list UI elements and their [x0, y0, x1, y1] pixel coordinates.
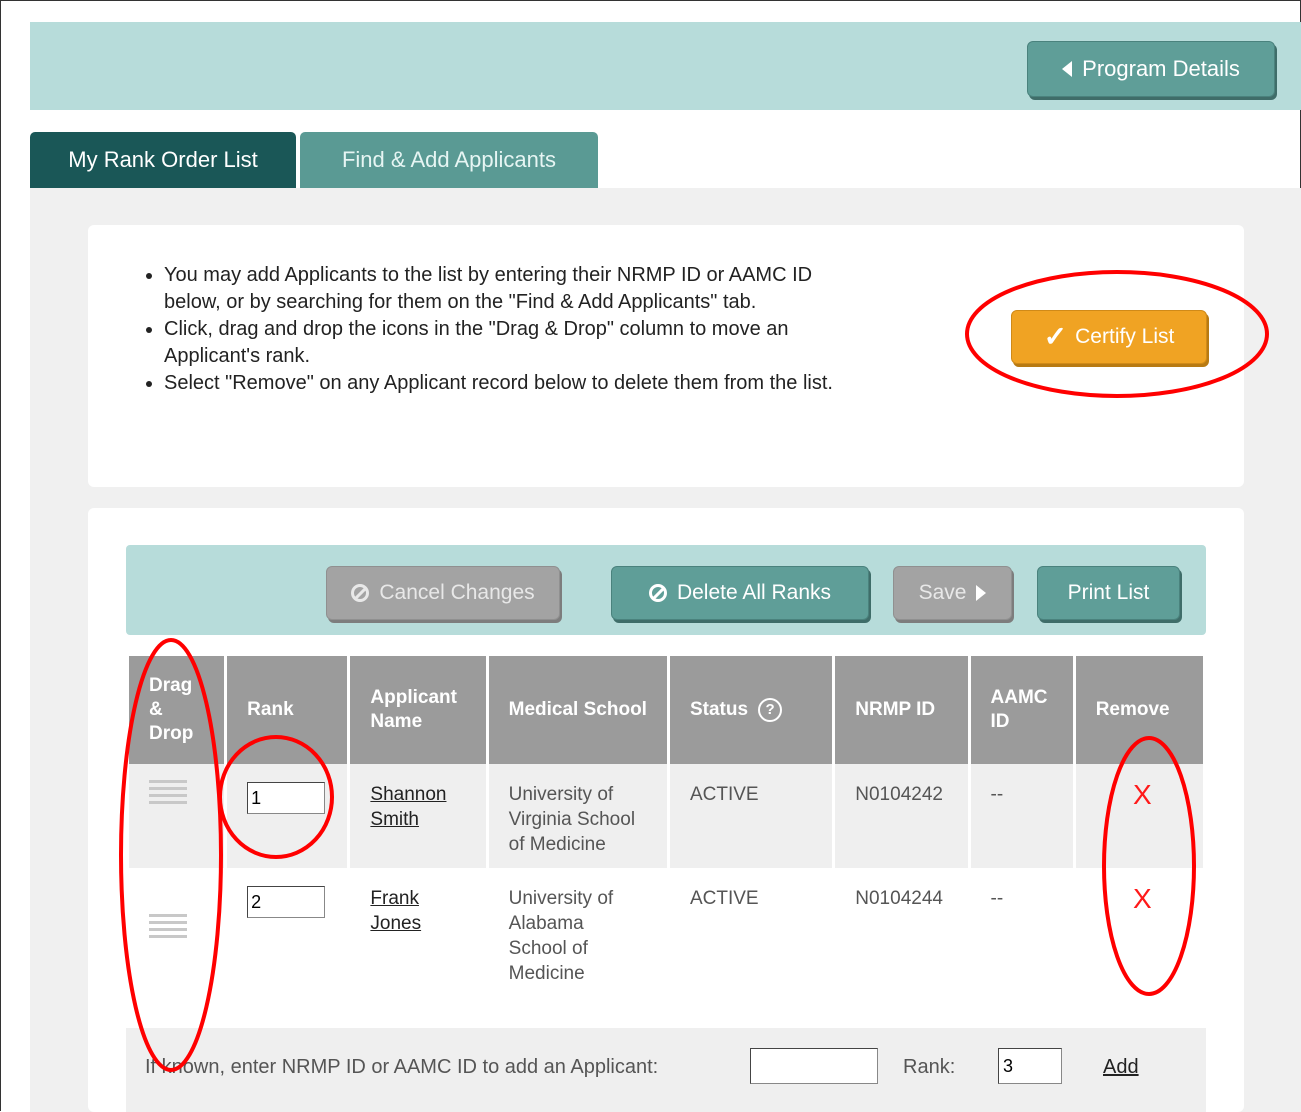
remove-icon[interactable]: X — [1096, 781, 1183, 809]
save-button[interactable]: Save — [893, 566, 1012, 620]
col-header-applicant-name: Applicant Name — [350, 656, 486, 764]
nrmp-id-cell: N0104244 — [835, 868, 968, 1020]
instruction-item: You may add Applicants to the list by en… — [164, 262, 844, 316]
save-label: Save — [918, 581, 967, 604]
applicant-id-input[interactable] — [750, 1048, 878, 1084]
add-link[interactable]: Add — [1103, 1056, 1139, 1079]
col-header-aamc-id: AAMC ID — [970, 656, 1073, 764]
print-list-label: Print List — [1067, 581, 1150, 604]
remove-icon[interactable]: X — [1096, 885, 1183, 913]
applicant-name-link[interactable]: Shannon Smith — [370, 784, 446, 830]
cancel-changes-label: Cancel Changes — [379, 581, 535, 604]
status-header-label: Status — [689, 699, 749, 720]
drag-handle-icon[interactable] — [149, 914, 187, 942]
table-row: Shannon Smith University of Virginia Sch… — [129, 764, 1203, 868]
rank-input[interactable] — [247, 886, 326, 918]
rank-order-table: Drag & Drop Rank Applicant Name Medical … — [126, 656, 1206, 1020]
help-icon[interactable]: ? — [758, 697, 783, 722]
tab-label: Find & Add Applicants — [341, 147, 557, 172]
applicant-name-link[interactable]: Frank Jones — [370, 888, 421, 934]
tab-find-add-applicants[interactable]: Find & Add Applicants — [300, 132, 598, 188]
medical-school-cell: University of Alabama School of Medicine — [488, 868, 667, 1020]
aamc-id-cell: -- — [970, 764, 1073, 868]
delete-all-ranks-button[interactable]: Delete All Ranks — [611, 566, 869, 620]
certify-label: Certify List — [1075, 325, 1175, 348]
add-applicant-label: If known, enter NRMP ID or AAMC ID to ad… — [145, 1056, 659, 1078]
print-list-button[interactable]: Print List — [1037, 566, 1180, 620]
col-header-nrmp-id: NRMP ID — [835, 656, 968, 764]
checkmark-icon: ✓ — [1043, 321, 1068, 352]
tab-my-rank-order-list[interactable]: My Rank Order List — [30, 132, 296, 188]
col-header-drag-drop: Drag & Drop — [129, 656, 225, 764]
prohibited-icon — [648, 584, 667, 602]
instruction-item: Select "Remove" on any Applicant record … — [164, 370, 844, 397]
rank-label: Rank: — [903, 1056, 956, 1078]
tab-label: My Rank Order List — [68, 147, 258, 172]
col-header-medical-school: Medical School — [488, 656, 667, 764]
status-cell: ACTIVE — [669, 868, 833, 1020]
col-header-status: Status? — [669, 656, 833, 764]
play-arrow-icon — [976, 585, 987, 601]
medical-school-cell: University of Virginia School of Medicin… — [488, 764, 667, 868]
program-details-button[interactable]: Program Details — [1027, 41, 1275, 97]
cancel-changes-button[interactable]: Cancel Changes — [326, 566, 560, 620]
status-cell: ACTIVE — [669, 764, 833, 868]
certify-list-button[interactable]: ✓ Certify List — [1011, 310, 1207, 364]
table-header-row: Drag & Drop Rank Applicant Name Medical … — [129, 656, 1203, 764]
instructions-list: You may add Applicants to the list by en… — [130, 262, 844, 397]
nrmp-id-cell: N0104242 — [835, 764, 968, 868]
prohibited-icon — [351, 584, 370, 602]
table-row: Frank Jones University of Alabama School… — [129, 868, 1203, 1020]
add-rank-input[interactable] — [998, 1048, 1062, 1084]
delete-all-ranks-label: Delete All Ranks — [676, 581, 832, 604]
instruction-item: Click, drag and drop the icons in the "D… — [164, 316, 844, 370]
program-details-label: Program Details — [1082, 56, 1240, 81]
drag-handle-icon[interactable] — [149, 780, 187, 808]
back-arrow-icon — [1062, 61, 1073, 77]
aamc-id-cell: -- — [970, 868, 1073, 1020]
rank-input[interactable] — [247, 782, 326, 814]
col-header-remove: Remove — [1075, 656, 1203, 764]
col-header-rank: Rank — [227, 656, 348, 764]
